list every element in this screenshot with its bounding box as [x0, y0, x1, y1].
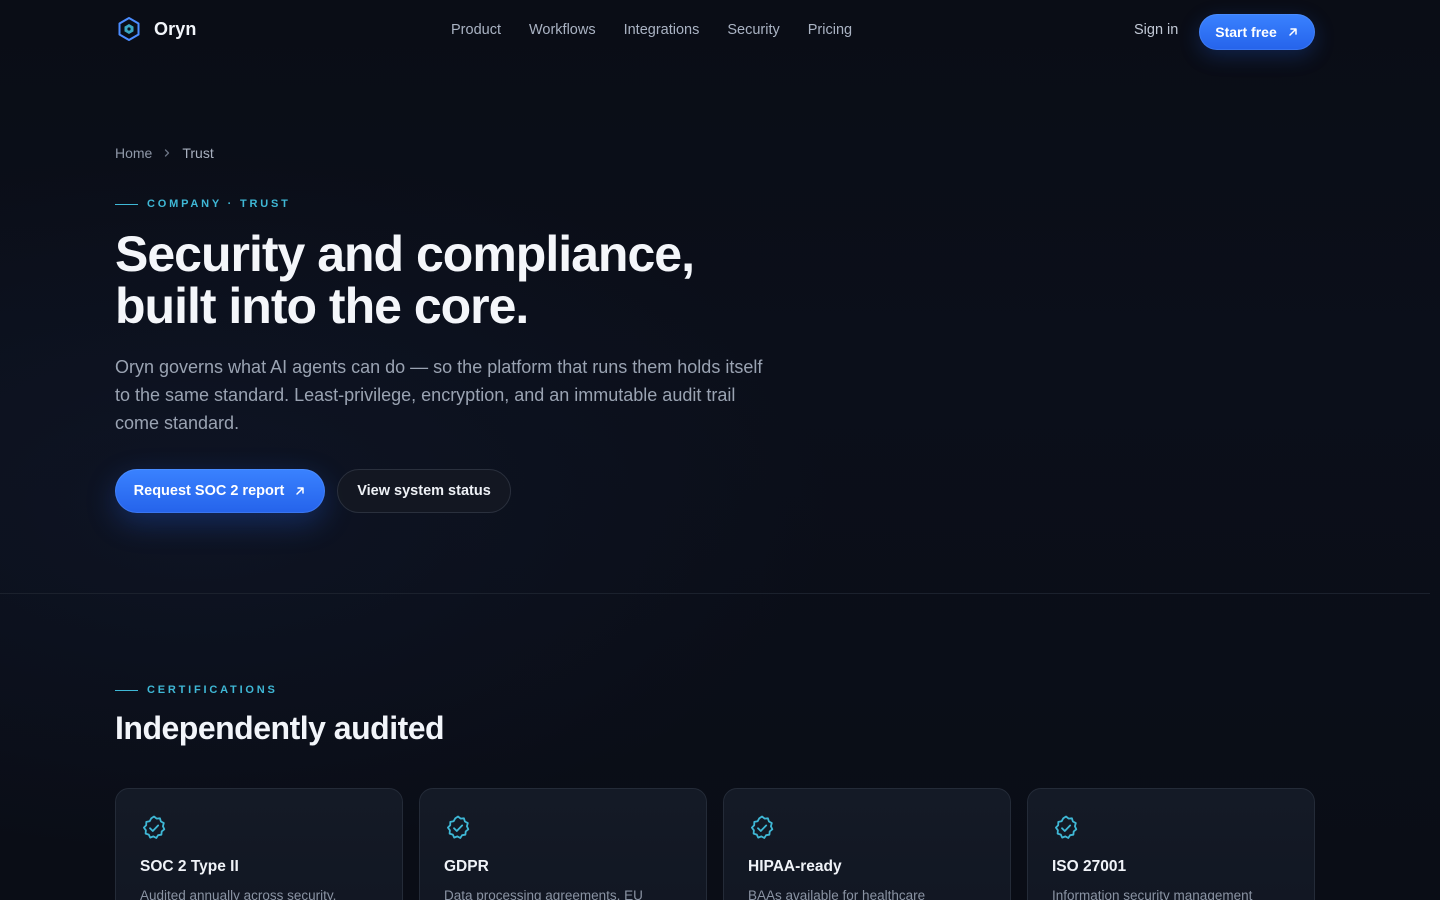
certifications-eyebrow: CERTIFICATIONS	[115, 684, 278, 696]
top-nav: Oryn Product Workflows Integrations Secu…	[0, 0, 1440, 64]
start-free-button[interactable]: Start free	[1199, 14, 1315, 50]
verified-badge-icon	[751, 815, 774, 839]
primary-nav: Product Workflows Integrations Security …	[451, 22, 852, 38]
logo[interactable]: Oryn	[116, 16, 196, 42]
oryn-logo-icon	[118, 17, 140, 41]
certifications-eyebrow-text: CERTIFICATIONS	[147, 684, 278, 696]
cert-card-gdpr[interactable]: GDPR Data processing agreements, EU	[419, 788, 707, 900]
page-title-line-2: built into the core.	[115, 278, 529, 334]
chevron-right-icon	[165, 149, 170, 157]
nav-link-integrations[interactable]: Integrations	[624, 22, 700, 38]
start-free-label: Start free	[1215, 24, 1277, 40]
breadcrumb-current: Trust	[182, 145, 214, 161]
hero-description: Oryn governs what AI agents can do — so …	[115, 357, 763, 433]
cert-card-title: SOC 2 Type II	[140, 858, 239, 875]
nav-link-pricing[interactable]: Pricing	[808, 22, 852, 38]
cert-card-hipaa[interactable]: HIPAA-ready BAAs available for healthcar…	[723, 788, 1011, 900]
hero-eyebrow-text: COMPANY · TRUST	[147, 198, 291, 210]
verified-badge-icon	[447, 815, 470, 839]
eyebrow-line	[115, 689, 138, 691]
nav-link-security[interactable]: Security	[727, 22, 779, 38]
cert-card-description: Information security management	[1052, 888, 1253, 900]
breadcrumb-home[interactable]: Home	[115, 145, 152, 161]
cert-card-soc2[interactable]: SOC 2 Type II Audited annually across se…	[115, 788, 403, 900]
cert-card-title: GDPR	[444, 858, 489, 875]
cert-card-iso27001[interactable]: ISO 27001 Information security managemen…	[1027, 788, 1315, 900]
section-divider	[0, 593, 1430, 594]
page-title: Security and compliance, built into the …	[115, 228, 815, 332]
breadcrumb: Home Trust	[115, 145, 214, 161]
cert-card-description: BAAs available for healthcare	[748, 888, 926, 900]
request-soc2-report-button[interactable]: Request SOC 2 report	[115, 469, 325, 513]
verified-badge-icon	[143, 815, 166, 839]
view-system-status-label: View system status	[357, 483, 491, 499]
sign-in-link[interactable]: Sign in	[1134, 22, 1178, 38]
verified-badge-icon	[1055, 815, 1078, 839]
page-title-line-1: Security and compliance,	[115, 226, 695, 282]
hero-eyebrow: COMPANY · TRUST	[115, 198, 291, 210]
certification-cards: SOC 2 Type II Audited annually across se…	[115, 788, 1315, 900]
certifications-title: Independently audited	[115, 710, 445, 746]
logo-text: Oryn	[154, 18, 197, 39]
cert-card-description: Audited annually across security,	[140, 888, 337, 900]
cert-card-description: Data processing agreements, EU	[444, 888, 643, 900]
arrow-up-right-icon	[296, 487, 305, 495]
request-soc2-label: Request SOC 2 report	[133, 483, 285, 499]
arrow-up-right-icon	[1288, 28, 1297, 36]
nav-link-workflows[interactable]: Workflows	[529, 22, 596, 38]
nav-link-product[interactable]: Product	[451, 22, 501, 38]
trust-page: Oryn Product Workflows Integrations Secu…	[0, 0, 1440, 900]
view-system-status-button[interactable]: View system status	[337, 469, 511, 513]
cert-card-title: ISO 27001	[1052, 858, 1127, 875]
eyebrow-line	[115, 203, 138, 205]
cert-card-title: HIPAA-ready	[748, 858, 842, 875]
